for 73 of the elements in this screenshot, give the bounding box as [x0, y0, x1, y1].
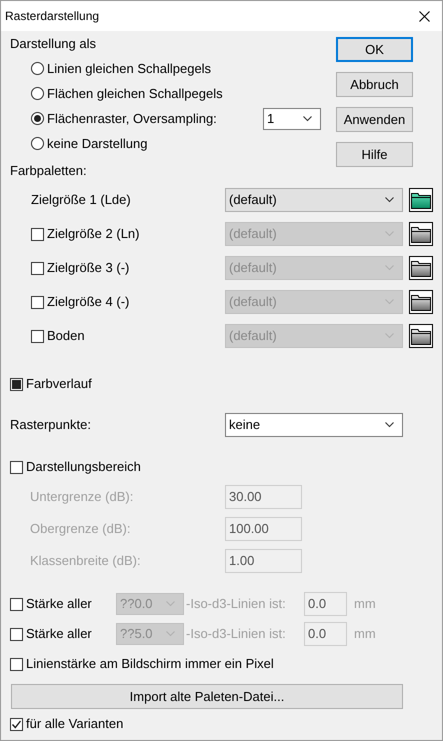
palette-label: Boden: [47, 327, 85, 346]
import-button[interactable]: Import alte Paleten-Datei...: [11, 684, 403, 709]
dropdown[interactable]: 1: [263, 108, 321, 130]
folder-button[interactable]: [409, 256, 433, 280]
chevron-down-icon: [385, 333, 394, 339]
chevron-down-icon: [166, 601, 175, 607]
checkbox[interactable]: [10, 628, 23, 640]
checkbox-label: Linienstärke am Bildschirm immer ein Pixel: [26, 655, 274, 674]
folder-icon: [411, 293, 431, 311]
input-field[interactable]: 0.0: [304, 622, 347, 646]
section-heading: Farbpaletten:: [10, 162, 87, 180]
input-field[interactable]: 30.00: [225, 485, 302, 509]
folder-icon: [411, 225, 431, 243]
unit-label: mm: [354, 595, 376, 614]
palette-label: Zielgröße 2 (Ln): [47, 225, 140, 244]
folder-button[interactable]: [409, 324, 433, 348]
checkbox[interactable]: [31, 262, 44, 274]
radio-button[interactable]: [31, 112, 44, 125]
checkbox-label: für alle Varianten: [26, 715, 124, 734]
field-label: -Iso-d3-Linien ist:: [185, 625, 287, 644]
field-label: Rasterpunkte:: [10, 416, 92, 434]
dialog-button[interactable]: Abbruch: [336, 72, 413, 97]
chevron-down-icon: [166, 631, 175, 637]
checkbox[interactable]: [31, 296, 44, 308]
field-label: Obergrenze (dB):: [29, 520, 132, 538]
checkbox[interactable]: [31, 228, 44, 240]
checkbox[interactable]: [10, 598, 23, 610]
checkbox[interactable]: [10, 718, 23, 730]
close-icon[interactable]: [419, 10, 430, 22]
folder-icon: [411, 327, 431, 345]
folder-button[interactable]: [409, 222, 433, 246]
dialog-button[interactable]: OK: [336, 37, 413, 62]
field-label: Untergrenze (dB):: [29, 488, 134, 506]
unit-label: mm: [354, 625, 376, 644]
checkbox[interactable]: [10, 658, 23, 670]
window-title: Rasterdarstellung: [5, 8, 100, 25]
radio-button[interactable]: [31, 62, 44, 75]
radio-label: keine Darstellung: [47, 134, 148, 153]
chevron-down-icon: [303, 116, 312, 122]
folder-button[interactable]: [409, 290, 433, 314]
field-label: -Iso-d3-Linien ist:: [185, 595, 287, 614]
checkbox[interactable]: [10, 378, 23, 390]
palette-label: Zielgröße 4 (-): [47, 293, 130, 312]
dialog-button[interactable]: Anwenden: [336, 107, 413, 132]
chevron-down-icon: [385, 299, 394, 305]
checkbox-label: Stärke aller: [26, 595, 92, 614]
dropdown[interactable]: (default): [225, 188, 403, 212]
checkbox-label: Stärke aller: [26, 625, 92, 644]
checkbox-label: Farbverlauf: [26, 375, 92, 394]
dropdown[interactable]: keine: [225, 413, 403, 437]
chevron-down-icon: [385, 422, 394, 428]
chevron-down-icon: [385, 265, 394, 271]
dialog-button[interactable]: Hilfe: [336, 142, 413, 167]
checkbox-label: Darstellungsbereich: [26, 458, 141, 476]
radio-label: Linien gleichen Schallpegels: [47, 60, 212, 78]
chevron-down-icon: [385, 231, 394, 237]
palette-label: Zielgröße 1 (Lde): [31, 191, 131, 210]
radio-button[interactable]: [31, 87, 44, 100]
chevron-down-icon: [385, 197, 394, 203]
section-heading: Darstellung als: [10, 34, 96, 53]
input-field[interactable]: 1.00: [225, 549, 302, 573]
folder-icon: [411, 191, 431, 209]
folder-icon: [411, 259, 431, 277]
radio-button[interactable]: [31, 137, 44, 150]
palette-label: Zielgröße 3 (-): [47, 259, 130, 278]
folder-button[interactable]: [409, 188, 433, 212]
checkbox[interactable]: [31, 330, 44, 342]
field-label: Klassenbreite (dB):: [29, 552, 142, 570]
radio-label: Flächenraster, Oversampling:: [47, 110, 218, 128]
input-field[interactable]: 0.0: [304, 592, 347, 616]
radio-label: Flächen gleichen Schallpegels: [47, 84, 224, 103]
checkbox[interactable]: [10, 460, 23, 474]
input-field[interactable]: 100.00: [225, 517, 302, 541]
